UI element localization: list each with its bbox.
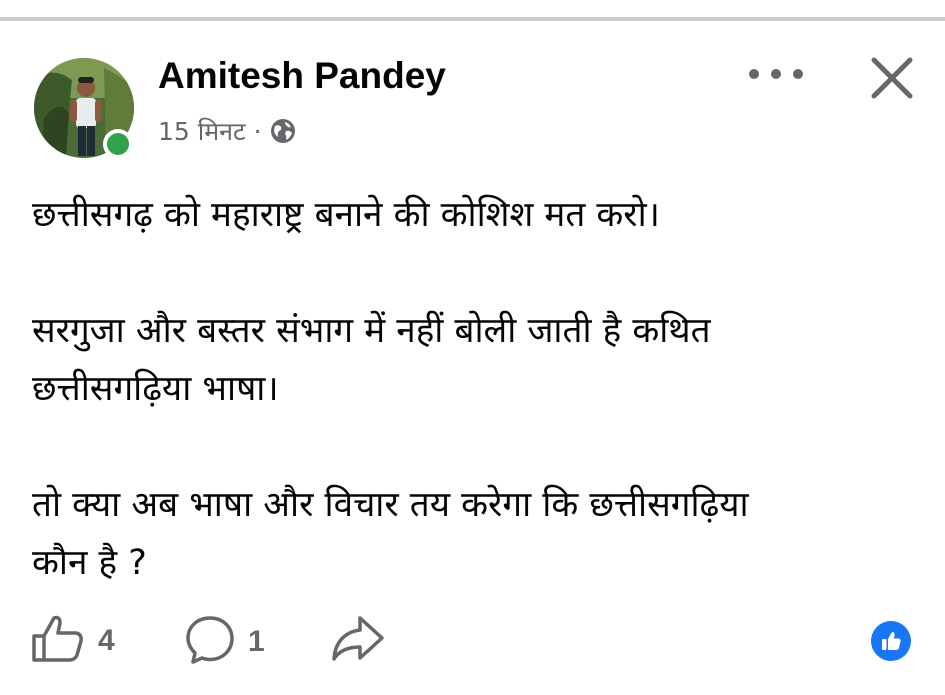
- globe-icon: [270, 118, 296, 144]
- more-options-icon[interactable]: [749, 58, 803, 90]
- post-timestamp[interactable]: 15 मिनट: [158, 114, 246, 148]
- like-button[interactable]: 4: [30, 614, 115, 668]
- top-divider: [0, 17, 945, 21]
- meta-separator: ·: [253, 116, 262, 146]
- post-body: छत्तीसगढ़ को महाराष्ट्र बनाने की कोशिश म…: [32, 195, 749, 583]
- comment-button[interactable]: 1: [184, 614, 265, 670]
- online-status-indicator: [103, 129, 133, 159]
- speech-bubble-icon: [184, 614, 236, 670]
- thumbs-up-outline-icon: [30, 614, 86, 668]
- more-dot: [771, 69, 781, 79]
- share-arrow-icon: [330, 612, 386, 668]
- post-meta: 15 मिनट ·: [158, 114, 296, 148]
- share-button[interactable]: [330, 612, 386, 668]
- author-name[interactable]: Amitesh Pandey: [158, 55, 446, 97]
- comment-count: 1: [248, 625, 265, 658]
- more-dot: [793, 69, 803, 79]
- like-count: 4: [98, 624, 115, 657]
- close-icon[interactable]: [866, 52, 918, 104]
- more-dot: [749, 69, 759, 79]
- like-reaction-icon[interactable]: [871, 621, 911, 661]
